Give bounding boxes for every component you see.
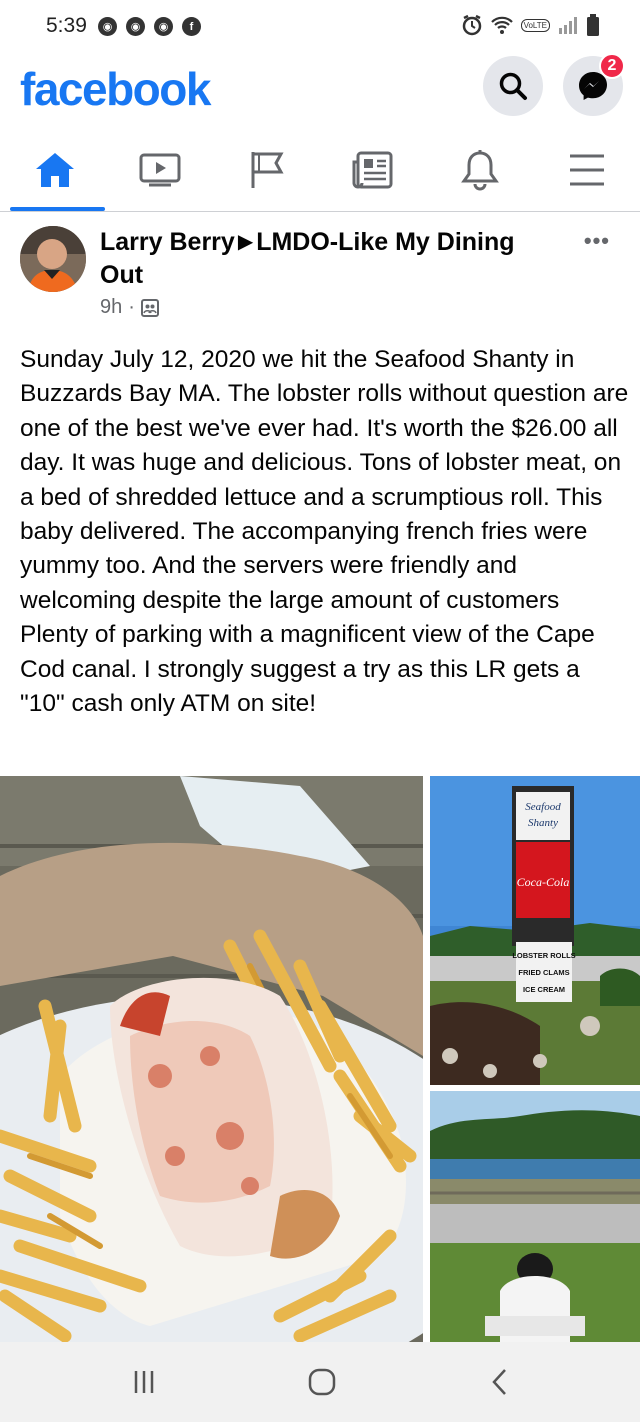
tab-menu[interactable] <box>537 128 637 211</box>
post-photos: Seafood Shanty Coca-Cola LOBSTER ROLLS F… <box>0 776 640 1342</box>
group-audience-icon <box>140 298 159 317</box>
photo-lobster-roll[interactable] <box>0 776 423 1342</box>
video-icon <box>139 153 181 186</box>
bell-icon <box>461 149 499 190</box>
photo-restaurant-sign[interactable]: Seafood Shanty Coca-Cola LOBSTER ROLLS F… <box>430 776 640 1085</box>
messenger-badge: 2 <box>599 53 625 79</box>
more-options-button[interactable]: ••• <box>584 228 610 254</box>
lobster-roll-image <box>0 776 423 1342</box>
photo-canal-view[interactable] <box>430 1091 640 1342</box>
messenger-button[interactable]: 2 <box>563 53 625 116</box>
signal-icon <box>559 17 577 34</box>
canal-view-image <box>430 1091 640 1342</box>
sign-menu-1: LOBSTER ROLLS <box>512 951 575 960</box>
flag-icon <box>251 151 284 188</box>
search-icon <box>499 72 527 100</box>
main-nav <box>0 128 640 212</box>
home-icon <box>36 152 74 187</box>
app-notification-icon: ◉ <box>154 17 173 36</box>
tab-news[interactable] <box>322 128 422 211</box>
sign-menu-3: ICE CREAM <box>523 985 565 994</box>
app-header: facebook 2 <box>0 53 640 128</box>
battery-icon <box>587 14 599 36</box>
tab-home[interactable] <box>5 128 105 211</box>
back-system-button[interactable] <box>460 1342 540 1422</box>
wifi-icon <box>490 16 513 34</box>
tab-watch[interactable] <box>110 128 210 211</box>
notification-icons: ◉ ◉ ◉ f <box>98 17 201 36</box>
sign-name-line1: Seafood <box>525 801 561 813</box>
author-name[interactable]: Larry Berry <box>100 228 235 256</box>
post-author-line: Larry Berry ▶ LMDO-Like My Dining Out <box>100 226 560 292</box>
restaurant-sign-image: Seafood Shanty Coca-Cola LOBSTER ROLLS F… <box>430 776 640 1085</box>
post-body: Sunday July 12, 2020 we hit the Seafood … <box>20 346 629 718</box>
status-bar: 5:39 ◉ ◉ ◉ f VoLTE <box>0 0 640 56</box>
post-time[interactable]: 9h <box>100 296 122 319</box>
tab-notifications[interactable] <box>430 128 530 211</box>
sign-menu-2: FRIED CLAMS <box>518 968 569 977</box>
post-meta: 9h · <box>100 296 159 319</box>
sign-brand: Coca-Cola <box>517 875 570 889</box>
post-header: Larry Berry ▶ LMDO-Like My Dining Out 9h ·… <box>0 212 640 330</box>
recent-apps-icon <box>134 1371 154 1393</box>
status-time: 5:39 <box>46 14 87 37</box>
newspaper-icon <box>352 151 393 188</box>
alarm-icon <box>462 14 481 36</box>
avatar-image <box>20 226 86 292</box>
tab-pages[interactable] <box>217 128 317 211</box>
app-notification-icon: ◉ <box>98 17 117 36</box>
arrow-icon: ▶ <box>237 231 254 253</box>
search-button[interactable] <box>483 56 543 116</box>
status-right-icons: VoLTE <box>461 14 600 36</box>
back-chevron-icon <box>492 1369 506 1395</box>
app-notification-icon: ◉ <box>126 17 145 36</box>
volte-icon: VoLTE <box>520 18 550 32</box>
sign-name-line2: Shanty <box>528 817 558 829</box>
hamburger-menu-icon <box>570 154 604 185</box>
author-avatar[interactable] <box>20 226 86 292</box>
recent-apps-button[interactable] <box>104 1342 184 1422</box>
facebook-notification-icon: f <box>182 17 201 36</box>
home-system-button[interactable] <box>282 1342 362 1422</box>
facebook-logo[interactable]: facebook <box>20 62 211 116</box>
home-circle-icon <box>308 1368 336 1396</box>
system-navigation-bar <box>0 1342 640 1422</box>
meta-separator: · <box>128 296 135 318</box>
